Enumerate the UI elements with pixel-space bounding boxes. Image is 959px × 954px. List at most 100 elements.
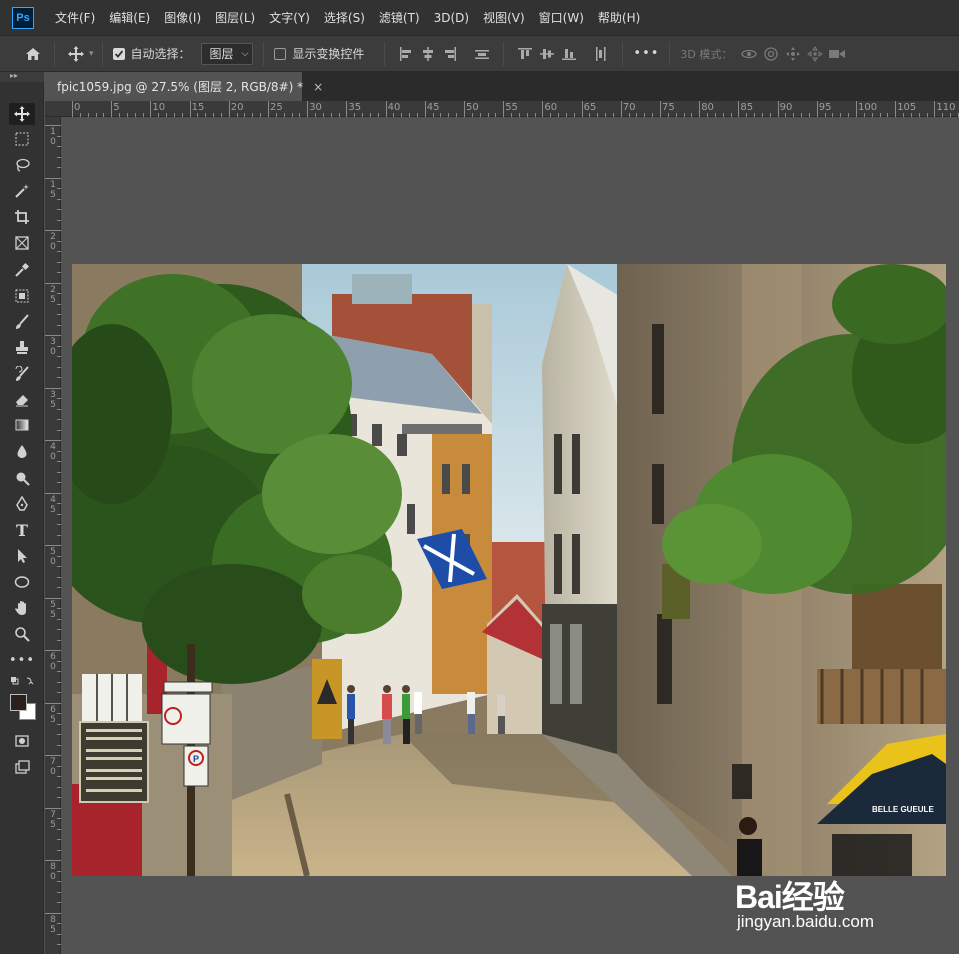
history-brush-tool-icon[interactable] (9, 363, 35, 385)
lasso-tool-icon[interactable] (9, 154, 35, 176)
ruler-label: 35 (348, 102, 362, 113)
ruler-label: 30 (309, 102, 322, 113)
ruler-label: 90 (779, 102, 793, 113)
close-icon[interactable]: × (313, 80, 323, 94)
screen-mode-icon[interactable] (9, 756, 35, 778)
distribute-icon[interactable] (471, 43, 493, 65)
blur-tool-icon[interactable] (9, 441, 35, 463)
edit-toolbar-icon[interactable]: ••• (9, 649, 35, 671)
street-photo: P BELLE GUEULE (72, 264, 946, 876)
menu-image[interactable]: 图像(I) (157, 0, 208, 36)
ellipse-tool-icon[interactable] (9, 571, 35, 593)
ruler-label: 105 (897, 102, 917, 113)
ruler-label: 45 (426, 102, 440, 113)
align-left-icon[interactable] (395, 43, 417, 65)
align-bottom-icon[interactable] (558, 43, 580, 65)
ruler-label: 75 (662, 102, 675, 113)
ruler-tick (385, 101, 387, 117)
ruler-tick (45, 440, 61, 441)
move-tool-preset-icon[interactable] (65, 43, 87, 65)
photo-canvas[interactable]: P BELLE GUEULE (72, 264, 946, 876)
clone-stamp-tool-icon[interactable] (9, 336, 35, 358)
quick-mask-icon[interactable] (9, 730, 35, 752)
ruler-label: 40 (387, 102, 401, 113)
ruler-label: 95 (818, 102, 832, 113)
align-center-h-icon[interactable] (417, 43, 439, 65)
ruler-label: 100 (858, 102, 878, 113)
swap-colors-icon[interactable] (9, 674, 35, 688)
path-selection-tool-icon[interactable] (9, 545, 35, 567)
auto-select-checkbox[interactable] (112, 47, 125, 60)
eraser-tool-icon[interactable] (9, 388, 35, 410)
crop-tool-icon[interactable] (9, 206, 35, 228)
ruler-label: 5 (113, 102, 120, 113)
ruler-tick (738, 101, 740, 117)
menu-help[interactable]: 帮助(H) (591, 0, 647, 36)
ruler-tick (503, 101, 505, 117)
gradient-tool-icon[interactable] (9, 414, 35, 436)
3d-roll-icon[interactable] (760, 43, 782, 65)
ruler-tick (816, 101, 818, 117)
zoom-tool-icon[interactable] (9, 623, 35, 645)
3d-pan-icon[interactable] (782, 43, 804, 65)
move-tool-icon[interactable] (9, 103, 35, 125)
ruler-label: 15 (191, 102, 205, 113)
home-icon[interactable] (22, 43, 44, 65)
ruler-label: 110 (936, 102, 956, 113)
hand-tool-icon[interactable] (9, 597, 35, 619)
foreground-color-swatch[interactable] (10, 694, 27, 711)
align-right-icon[interactable] (439, 43, 461, 65)
document-tab-bar: fpic1059.jpg @ 27.5% (图层 2, RGB/8#) * × (45, 72, 959, 101)
eyedropper-tool-icon[interactable] (9, 259, 35, 281)
brush-tool-icon[interactable] (9, 311, 35, 333)
watermark-url: jingyan.baidu.com (737, 912, 875, 931)
ruler-tick (45, 335, 61, 336)
align-middle-v-icon[interactable] (536, 43, 558, 65)
vertical-ruler[interactable]: 10152025303540455055606570758085 (45, 117, 61, 954)
menu-file[interactable]: 文件(F) (48, 0, 102, 36)
align-top-icon[interactable] (514, 43, 536, 65)
ruler-tick (856, 101, 857, 117)
3d-mode-label: 3D 模式： (680, 47, 733, 61)
menu-edit[interactable]: 编辑(E) (102, 0, 157, 36)
menu-type[interactable]: 文字(Y) (262, 0, 317, 36)
ruler-tick (111, 101, 113, 117)
menu-view[interactable]: 视图(V) (476, 0, 532, 36)
menu-bar: Ps 文件(F) 编辑(E) 图像(I) 图层(L) 文字(Y) 选择(S) 滤… (0, 0, 959, 36)
menu-layer[interactable]: 图层(L) (208, 0, 262, 36)
dodge-tool-icon[interactable] (9, 467, 35, 489)
pen-tool-icon[interactable] (9, 493, 35, 515)
canvas-area[interactable]: P BELLE GUEULE (61, 117, 959, 954)
layer-select-dropdown[interactable]: 图层 ⌵ (200, 42, 254, 65)
tools-panel: T ••• (0, 82, 44, 954)
3d-slide-icon[interactable] (804, 43, 826, 65)
ruler-tick (45, 597, 61, 599)
distribute-v-icon[interactable] (590, 43, 612, 65)
more-options-icon[interactable]: ••• (633, 46, 659, 61)
3d-camera-icon[interactable] (826, 43, 848, 65)
ruler-tick (464, 101, 465, 117)
photoshop-logo-icon[interactable]: Ps (12, 6, 34, 29)
ruler-label: 50 (466, 102, 479, 113)
chevron-down-icon[interactable]: ▾ (89, 49, 94, 59)
menu-filter[interactable]: 滤镜(T) (372, 0, 427, 36)
menu-3d[interactable]: 3D(D) (427, 0, 476, 36)
type-tool-icon[interactable]: T (9, 519, 35, 541)
panel-collapse-icon[interactable]: ▸▸ (0, 72, 44, 82)
marquee-tool-icon[interactable] (9, 128, 35, 150)
3d-orbit-icon[interactable] (738, 43, 760, 65)
ruler-label: 10 (152, 102, 166, 113)
document-tab[interactable]: fpic1059.jpg @ 27.5% (图层 2, RGB/8#) * × (45, 72, 323, 101)
ruler-tick (660, 101, 661, 117)
show-transform-checkbox[interactable] (274, 47, 287, 60)
healing-brush-tool-icon[interactable] (9, 285, 35, 307)
menu-select[interactable]: 选择(S) (317, 0, 372, 36)
horizontal-ruler[interactable]: 0 5 10 15 20 25 30 35 40 45 50 55 60 65 70 75 80 85 90 95 10… (45, 101, 959, 117)
ruler-tick (45, 282, 61, 284)
frame-tool-icon[interactable] (9, 232, 35, 254)
menu-window[interactable]: 窗口(W) (532, 0, 591, 36)
ruler-label: 60 (544, 102, 558, 113)
magic-wand-tool-icon[interactable] (9, 180, 35, 202)
ruler-tick (45, 125, 61, 126)
ruler-tick (45, 702, 61, 704)
